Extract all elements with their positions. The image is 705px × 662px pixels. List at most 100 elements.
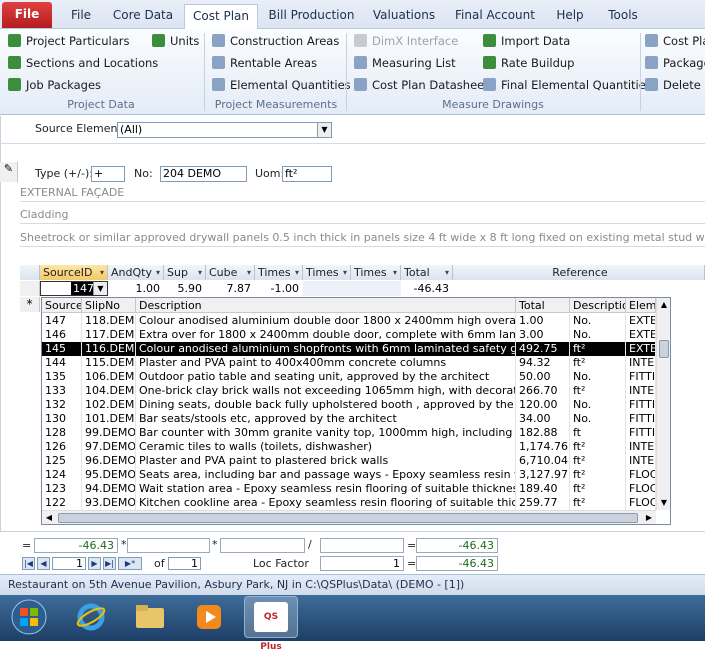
qsplus-app-button[interactable]: QS Plus <box>244 596 298 652</box>
rentable-areas-button[interactable]: Rentable Areas <box>212 54 317 72</box>
start-button[interactable] <box>2 596 56 638</box>
col-times-3[interactable]: Times ▾ <box>351 265 401 280</box>
list-item[interactable]: 132102.DEMODining seats, double back ful… <box>42 398 656 412</box>
no-field[interactable]: 204 DEMO <box>160 166 247 182</box>
cost-plan-datasheet-button[interactable]: Cost Plan Datasheet <box>354 76 489 94</box>
col-times-2[interactable]: Times ▾ <box>303 265 351 280</box>
list-item[interactable]: 128 99.DEMO Bar counter with 30mm granite … <box>42 426 656 440</box>
hscroll-thumb[interactable] <box>58 513 638 523</box>
scroll-down-icon[interactable]: ▼ <box>657 496 670 510</box>
file-explorer-button[interactable] <box>123 596 177 638</box>
delete-button[interactable]: Delete D <box>645 76 705 94</box>
chevron-down-icon[interactable]: ▼ <box>317 123 331 137</box>
job-packages-button[interactable]: Job Packages <box>8 76 101 94</box>
horizontal-scrollbar[interactable]: ◀ ▶ <box>42 510 656 524</box>
list-item[interactable]: 146117.DEMOExtra over for 1800 x 2400mm … <box>42 328 656 342</box>
tab-cost-plan[interactable]: Cost Plan <box>184 4 258 30</box>
description-memo[interactable]: Sheetrock or similar approved drywall pa… <box>20 228 705 247</box>
times-2-cell[interactable] <box>303 281 351 296</box>
source-id-dropdown-list[interactable]: Source SlipNo Description Total Descript… <box>41 297 671 525</box>
col-reference[interactable]: Reference <box>453 265 705 280</box>
scroll-right-icon[interactable]: ▶ <box>642 511 656 524</box>
times-3-cell[interactable] <box>351 281 401 296</box>
row-selector[interactable] <box>20 281 40 296</box>
units-button[interactable]: Units <box>152 32 199 50</box>
scroll-left-icon[interactable]: ◀ <box>42 511 56 524</box>
list-item[interactable]: 122 93.DEMO Kitchen cookline area - Epoxy … <box>42 496 656 510</box>
new-record-icon[interactable]: ▶* <box>118 557 142 570</box>
media-player-button[interactable] <box>182 596 236 638</box>
chevron-down-icon[interactable]: ▾ <box>343 265 347 280</box>
project-particulars-button[interactable]: Project Particulars <box>8 32 129 50</box>
last-record-icon[interactable]: ▶| <box>103 557 116 570</box>
first-record-icon[interactable]: |◀ <box>22 557 35 570</box>
source-id-combo[interactable]: 147 ▼ <box>40 281 108 296</box>
list-item[interactable]: 125 96.DEMO Plaster and PVA paint to plast… <box>42 454 656 468</box>
col-and-qty[interactable]: AndQty ▾ <box>108 265 164 280</box>
uom-field[interactable]: ft² <box>282 166 332 182</box>
element-memo[interactable]: EXTERNAL FAÇADE <box>20 183 705 202</box>
list-cell-slip: 94.DEMO <box>82 482 136 496</box>
current-record-field[interactable]: 1 <box>52 557 86 570</box>
col-cube[interactable]: Cube ▾ <box>206 265 255 280</box>
vertical-scrollbar[interactable]: ▲ ▼ <box>656 298 670 510</box>
factor-field-2[interactable] <box>220 538 305 553</box>
chevron-down-icon[interactable]: ▾ <box>295 265 299 280</box>
list-item[interactable]: 133104.DEMOOne-brick clay brick walls no… <box>42 384 656 398</box>
col-source-id[interactable]: SourceID ▾ <box>40 265 108 280</box>
type-field[interactable]: + <box>91 166 125 182</box>
next-record-icon[interactable]: ▶ <box>88 557 101 570</box>
factor-field-3[interactable] <box>320 538 404 553</box>
tab-core-data[interactable]: Core Data <box>108 4 178 29</box>
group-label-project-data: Project Data <box>67 98 135 111</box>
chevron-down-icon[interactable]: ▾ <box>156 265 160 280</box>
chevron-down-icon[interactable]: ▾ <box>247 265 251 280</box>
import-data-button[interactable]: Import Data <box>483 32 570 50</box>
col-times-1[interactable]: Times ▾ <box>255 265 303 280</box>
times-1-cell[interactable]: -1.00 <box>255 281 303 296</box>
dimx-interface-button[interactable]: DimX Interface <box>354 32 458 50</box>
rate-buildup-button[interactable]: Rate Buildup <box>483 54 574 72</box>
tab-bill-production[interactable]: Bill Production <box>264 4 359 29</box>
chevron-down-icon[interactable]: ▾ <box>198 265 202 280</box>
tab-valuations[interactable]: Valuations <box>366 4 442 29</box>
chevron-down-icon[interactable]: ▾ <box>445 265 449 280</box>
measuring-list-button[interactable]: Measuring List <box>354 54 456 72</box>
and-qty-cell[interactable]: 1.00 <box>108 281 164 296</box>
list-item[interactable]: 130101.DEMOBar seats/stools etc, approve… <box>42 412 656 426</box>
list-item-selected[interactable]: 145116.DEMOColour anodised aluminium sho… <box>42 342 656 356</box>
internet-explorer-button[interactable] <box>64 596 118 638</box>
sections-locations-button[interactable]: Sections and Locations <box>8 54 158 72</box>
final-elemental-quantities-button[interactable]: Final Elemental Quantities <box>483 76 652 94</box>
scroll-thumb[interactable] <box>659 340 669 358</box>
list-item[interactable]: 123 94.DEMO Wait station area - Epoxy seam… <box>42 482 656 496</box>
col-sup[interactable]: Sup ▾ <box>164 265 206 280</box>
sup-cell[interactable]: 5.90 <box>164 281 206 296</box>
chevron-down-icon[interactable]: ▼ <box>93 282 107 295</box>
prev-record-icon[interactable]: ◀ <box>37 557 50 570</box>
sub-element-memo[interactable]: Cladding <box>20 205 705 224</box>
list-item[interactable]: 126 97.DEMO Ceramic tiles to walls (toilet… <box>42 440 656 454</box>
tab-tools[interactable]: Tools <box>600 4 646 29</box>
tab-final-account[interactable]: Final Account <box>449 4 541 29</box>
list-item[interactable]: 147118.DEMOColour anodised aluminium dou… <box>42 314 656 328</box>
list-cell-total: 182.88 <box>516 426 570 440</box>
chevron-down-icon[interactable]: ▾ <box>393 265 397 280</box>
list-item[interactable]: 144115.DEMOPlaster and PVA paint to 400x… <box>42 356 656 370</box>
factor-field-1[interactable] <box>127 538 210 553</box>
list-item[interactable]: 124 95.DEMO Seats area, including bar and … <box>42 468 656 482</box>
scroll-up-icon[interactable]: ▲ <box>657 298 670 312</box>
cube-cell[interactable]: 7.87 <box>206 281 255 296</box>
chevron-down-icon[interactable]: ▾ <box>100 265 104 280</box>
loc-factor-field[interactable]: 1 <box>320 556 404 571</box>
construction-areas-button[interactable]: Construction Areas <box>212 32 339 50</box>
elemental-quantities-button[interactable]: Elemental Quantities <box>212 76 351 94</box>
list-item[interactable]: 135106.DEMOOutdoor patio table and seati… <box>42 370 656 384</box>
source-element-select[interactable]: (All) ▼ <box>117 122 332 138</box>
tab-file-menu[interactable]: File <box>2 2 52 28</box>
package-button[interactable]: Package <box>645 54 705 72</box>
tab-file[interactable]: File <box>60 4 102 29</box>
tab-help[interactable]: Help <box>548 4 592 29</box>
col-total[interactable]: Total ▾ <box>401 265 453 280</box>
cost-plan-button[interactable]: Cost Pla <box>645 32 705 50</box>
